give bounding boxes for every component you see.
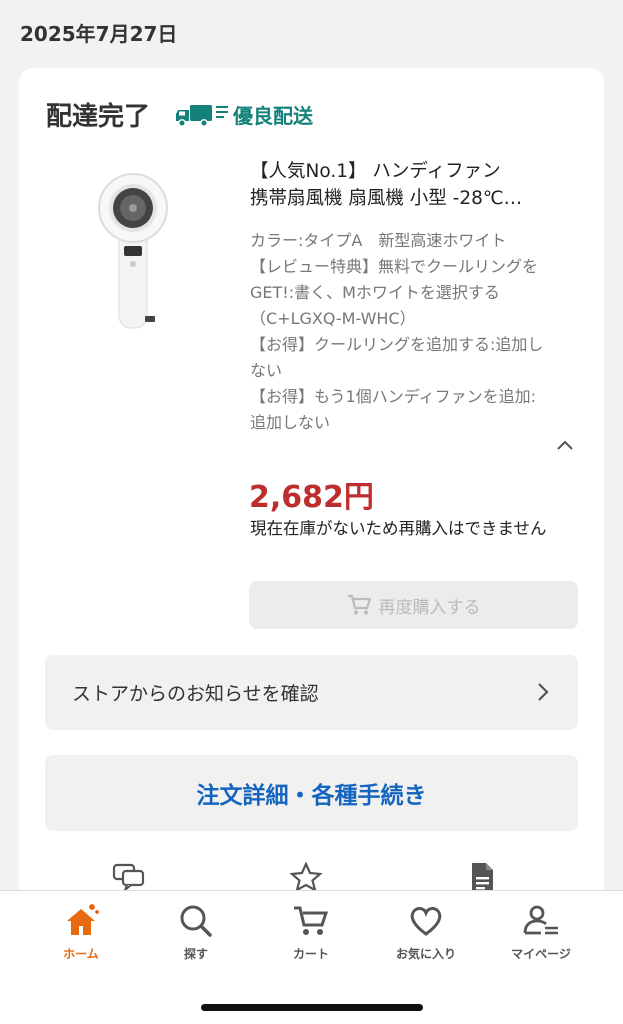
star-outline-icon[interactable] bbox=[289, 862, 323, 892]
order-date: 2025年7月27日 bbox=[20, 22, 178, 46]
tab-search[interactable]: 探す bbox=[151, 901, 241, 962]
cart-icon bbox=[294, 906, 329, 935]
tab-label: お気に入り bbox=[395, 947, 456, 961]
delivery-status: 配達完了 bbox=[46, 102, 151, 132]
tab-favorites[interactable]: お気に入り bbox=[381, 901, 471, 962]
rebuy-label: 再度購入する bbox=[378, 597, 481, 618]
tab-mypage[interactable]: マイページ bbox=[496, 901, 586, 962]
product-options: カラー:タイプA 新型高速ホワイト 【レビュー特典】無料でクールリングをGET!… bbox=[250, 228, 550, 436]
product-price: 2,682円 bbox=[249, 480, 374, 515]
shipping-badge-label: 優良配送 bbox=[233, 104, 314, 128]
chevron-right-icon bbox=[538, 683, 549, 701]
home-indicator bbox=[201, 1004, 423, 1011]
cart-icon bbox=[347, 594, 371, 615]
tab-label: ホーム bbox=[63, 947, 99, 961]
shipping-badge: 優良配送 bbox=[176, 100, 313, 129]
store-notice-label: ストアからのお知らせを確認 bbox=[72, 683, 319, 705]
stock-note: 現在在庫がないため再購入はできません bbox=[250, 519, 547, 538]
option-item: 【お得】クールリングを追加する:追加しない bbox=[250, 335, 544, 380]
order-details-button[interactable]: 注文詳細・各種手続き bbox=[45, 755, 578, 831]
chat-icon[interactable] bbox=[112, 862, 146, 892]
heart-icon bbox=[410, 907, 442, 936]
product-title-line1: 【人気No.1】 ハンディファン bbox=[250, 161, 501, 182]
option-item: 【お得】もう1個ハンディファンを追加:追加しない bbox=[250, 387, 536, 432]
product-title[interactable]: 【人気No.1】 ハンディファン 携帯扇風機 扇風機 小型 -28℃… bbox=[250, 158, 585, 212]
document-icon[interactable] bbox=[465, 862, 499, 892]
product-image[interactable] bbox=[97, 168, 177, 333]
tab-cart[interactable]: カート bbox=[266, 901, 356, 962]
option-item: カラー:タイプA 新型高速ホワイト bbox=[250, 231, 507, 250]
chevron-up-icon[interactable] bbox=[555, 436, 575, 456]
truck-icon bbox=[176, 104, 229, 127]
order-card: 配達完了 優良配送 【人気No.1】 ハンディファン 携帯扇風機 扇風機 小型 … bbox=[19, 68, 604, 968]
status-row: 配達完了 優良配送 bbox=[46, 96, 313, 133]
tab-label: マイページ bbox=[511, 947, 571, 961]
search-icon bbox=[180, 905, 212, 937]
tab-label: 探す bbox=[183, 947, 208, 961]
mypage-icon bbox=[523, 905, 558, 935]
product-title-line2: 携帯扇風機 扇風機 小型 -28℃… bbox=[250, 188, 523, 209]
tab-label: カート bbox=[292, 947, 329, 961]
tab-home[interactable]: ホーム bbox=[36, 901, 126, 962]
store-notice-button[interactable]: ストアからのお知らせを確認 bbox=[45, 655, 578, 730]
home-icon bbox=[67, 904, 99, 935]
option-item: 【レビュー特典】無料でクールリングをGET!:書く、Mホワイトを選択する（C+L… bbox=[250, 257, 539, 328]
rebuy-button[interactable]: 再度購入する bbox=[249, 581, 578, 629]
bottom-tab-bar: ホーム 探す カート お気に入り マイページ bbox=[0, 890, 623, 1024]
